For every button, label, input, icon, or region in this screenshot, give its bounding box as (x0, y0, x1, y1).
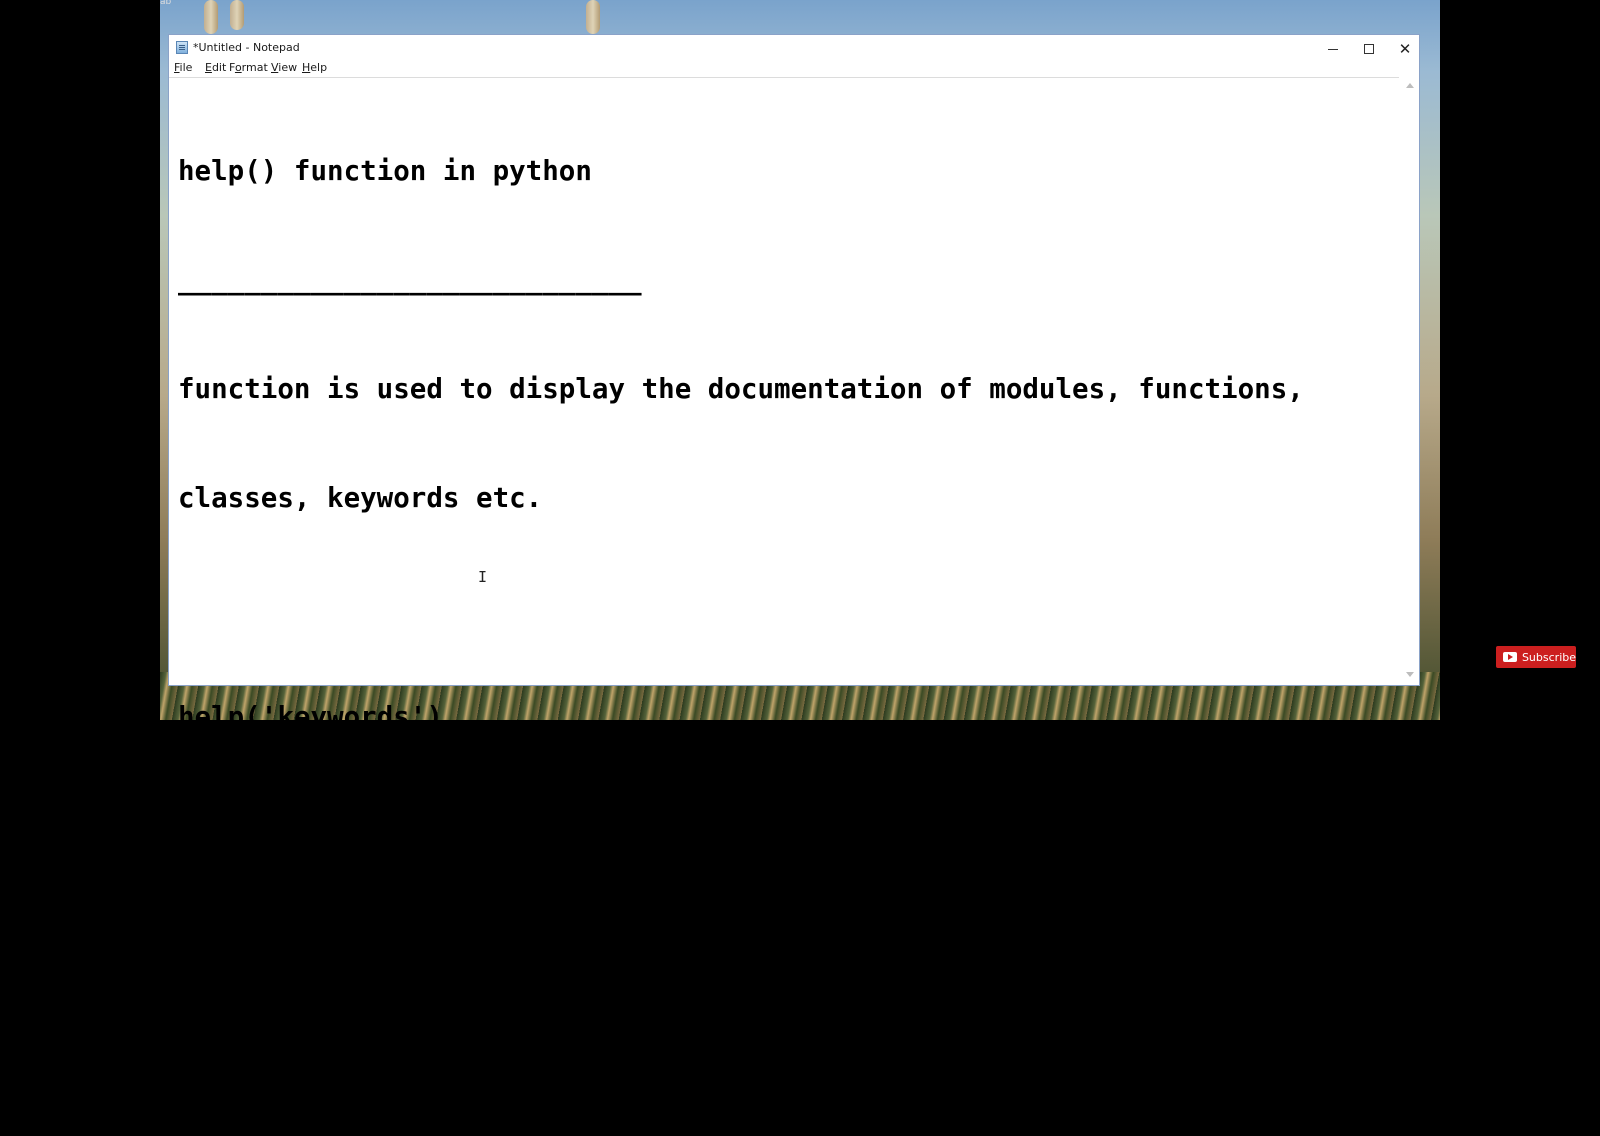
editor-line: classes, keywords etc. (178, 482, 543, 515)
editor-content[interactable]: help() function in python ______________… (178, 80, 1304, 1136)
menu-file-label: ile (179, 61, 193, 74)
minimize-icon (1328, 48, 1338, 50)
youtube-icon (1503, 652, 1517, 662)
text-editor[interactable]: help() function in python ______________… (169, 77, 1399, 1060)
wallpaper-reed (230, 0, 244, 30)
menu-edit-mnemonic: E (205, 61, 212, 74)
subscribe-label: Subscribe (1521, 650, 1576, 664)
menu-format[interactable]: Format (229, 61, 268, 74)
notepad-icon (176, 41, 188, 54)
menu-format-label: rmat (241, 61, 268, 74)
menu-edit[interactable]: Edit (205, 61, 226, 74)
menu-help-label: elp (310, 61, 328, 74)
desktop-corner-label: ab (160, 0, 172, 7)
scroll-down-arrow-icon[interactable] (1406, 672, 1414, 677)
menu-format-mnemonic: o (234, 61, 242, 74)
text-caret (361, 1028, 363, 1059)
vertical-scrollbar[interactable] (1401, 77, 1419, 683)
menu-bar: File Edit Format View Help (169, 59, 1419, 77)
wallpaper-reed (586, 0, 600, 34)
subscribe-button[interactable]: Subscribe (1496, 646, 1576, 668)
menu-view-label: iew (278, 61, 298, 74)
maximize-icon (1364, 44, 1374, 54)
menu-view[interactable]: View (271, 61, 297, 74)
editor-line: ____________________________ (178, 264, 642, 297)
menu-edit-label: dit (211, 61, 227, 74)
screen: ab *Untitled - Notepad ✕ File Edit Forma… (0, 0, 1600, 1060)
ibeam-cursor-icon: I (478, 568, 488, 586)
wallpaper-reed (204, 0, 218, 34)
editor-line: help('modules') (178, 810, 427, 843)
menu-file[interactable]: File (174, 61, 192, 74)
window-title: *Untitled - Notepad (193, 41, 300, 54)
editor-line: help() function in python (178, 154, 592, 187)
editor-line-last: help('str') (178, 1026, 1304, 1062)
editor-line: function is used to display the document… (178, 373, 1304, 406)
editor-line-text: help('str') (178, 1028, 361, 1061)
menu-help[interactable]: Help (302, 61, 327, 74)
editor-line: help('symbols') (178, 919, 427, 952)
scroll-up-arrow-icon[interactable] (1406, 83, 1414, 88)
notepad-window[interactable]: *Untitled - Notepad ✕ File Edit Format V… (168, 34, 1420, 1060)
close-icon: ✕ (1398, 39, 1412, 58)
editor-line: help('keywords') (178, 700, 443, 733)
